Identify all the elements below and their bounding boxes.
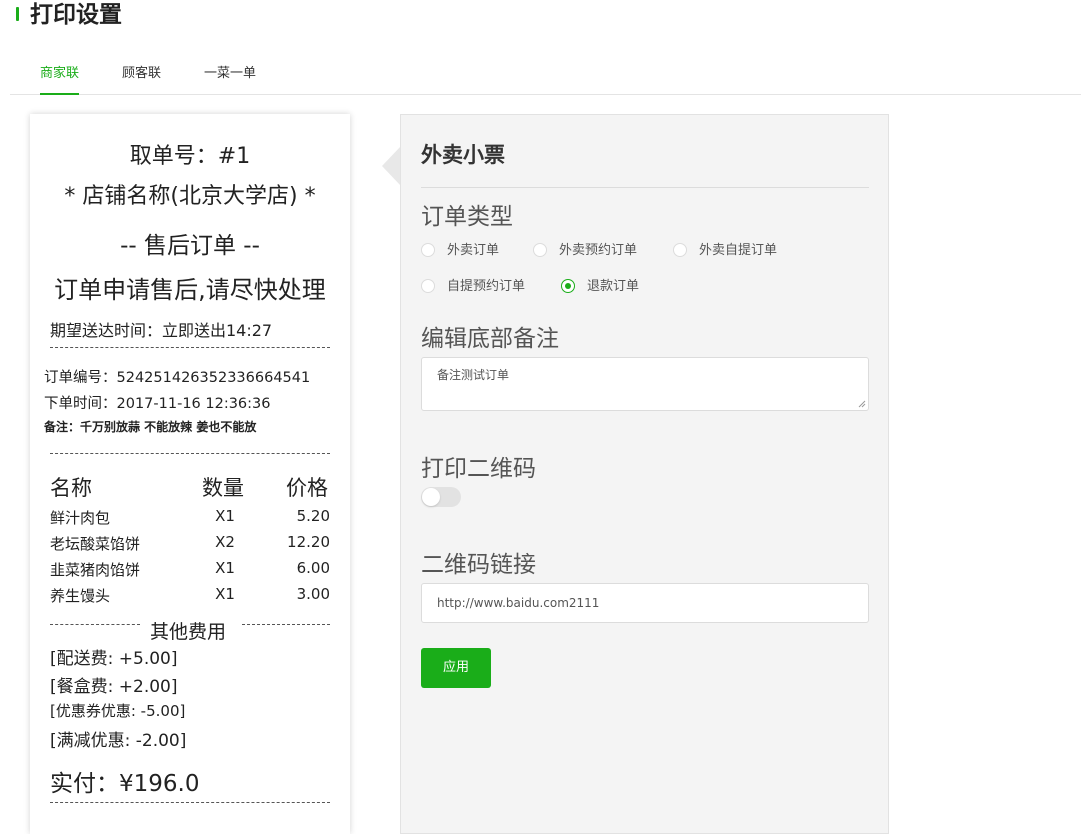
qrcode-heading: 打印二维码 [421,456,536,482]
fee-line: [餐盒费: +2.00] [50,677,178,697]
expected-delivery: 期望送达时间：立即送出14:27 [50,321,273,340]
panel-pointer-arrow [382,146,401,186]
radio-circle-icon [533,243,547,257]
divider [50,802,330,803]
divider [50,347,330,348]
radio-label: 自提预约订单 [447,279,526,294]
item-qty: X1 [215,559,235,577]
radio-label: 外卖订单 [447,243,500,258]
radio-label: 退款订单 [587,279,640,294]
fee-line: [配送费: +5.00] [50,649,178,669]
toggle-knob [422,488,440,506]
link-heading: 二维码链接 [421,552,536,578]
radio-circle-icon [421,243,435,257]
divider [421,187,869,188]
resize-grip-icon[interactable] [858,400,866,408]
fee-line: [满减优惠: -2.00] [50,731,187,751]
store-name: * 店铺名称(北京大学店) * [64,184,316,209]
fee-line: [优惠券优惠: -5.00] [50,702,186,720]
item-qty: X1 [215,507,235,525]
order-time: 下单时间：2017-11-16 12:36:36 [44,396,271,412]
qrcode-link-input[interactable]: http://www.baidu.com2111 [421,583,869,623]
radio-circle-icon [421,279,435,293]
column-price-header: 价格 [286,476,328,500]
column-qty-header: 数量 [202,476,244,500]
receipt-preview: 取单号：#1 * 店铺名称(北京大学店) * -- 售后订单 -- 订单申请售后… [30,114,350,834]
radio-label: 外卖预约订单 [559,243,638,258]
other-fees-label: 其他费用 [150,621,227,643]
apply-button[interactable]: 应用 [421,648,491,688]
tab-customer-copy[interactable]: 顾客联 [122,60,161,94]
tab-bar: 商家联 顾客联 一菜一单 [10,60,1081,95]
tab-merchant-copy[interactable]: 商家联 [40,60,80,95]
remark-textarea[interactable]: 备注测试订单 [421,357,869,411]
order-type-heading: 订单类型 [421,204,513,230]
item-qty: X2 [215,533,235,551]
item-name: 养生馒头 [50,587,111,605]
order-number: 订单编号：524251426352336664541 [44,370,311,386]
item-name: 老坛酸菜馅饼 [50,535,141,553]
item-price: 5.20 [296,507,330,525]
tab-one-dish-one-ticket[interactable]: 一菜一单 [204,60,256,94]
item-name: 鲜汁肉包 [50,509,111,527]
after-sale-label: -- 售后订单 -- [120,233,260,259]
divider [242,624,330,625]
remark-heading: 编辑底部备注 [421,326,559,352]
pickup-number: 取单号：#1 [129,144,251,169]
after-sale-notice: 订单申请售后,请尽快处理 [54,276,326,304]
order-remark: 备注：千万别放蒜 不能放辣 姜也不能放 [44,420,257,434]
column-name-header: 名称 [50,476,92,500]
settings-panel: 外卖小票 订单类型 外卖订单 外卖预约订单 外卖自提订单 自提预约订单 退款订单… [400,114,889,834]
item-price: 12.20 [287,533,330,551]
item-qty: X1 [215,585,235,603]
panel-title: 外卖小票 [421,143,505,167]
radio-circle-icon [673,243,687,257]
item-name: 韭菜猪肉馅饼 [50,561,141,579]
remark-text: 备注测试订单 [437,368,510,382]
total-paid: 实付：¥196.0 [50,771,200,797]
title-accent-bar [16,7,19,21]
divider [50,624,140,625]
qrcode-toggle[interactable] [421,487,461,507]
page-title: 打印设置 [30,2,122,28]
item-price: 6.00 [296,559,330,577]
item-price: 3.00 [296,585,330,603]
radio-circle-icon [561,279,575,293]
radio-label: 外卖自提订单 [699,243,778,258]
divider [50,453,330,454]
